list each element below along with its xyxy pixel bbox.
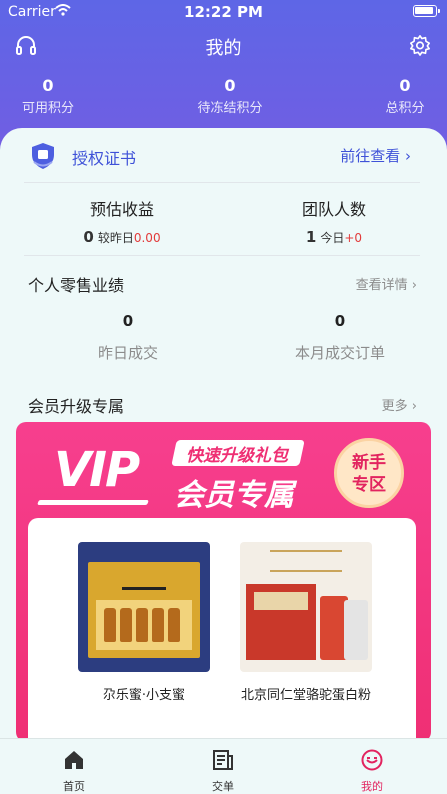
retail-detail-link[interactable]: 查看详情 › [356,274,417,293]
estimated-earnings: 预估收益 0 较昨日0.00 [83,200,161,246]
tab-orders[interactable]: 交单 [193,749,253,794]
product-name: 北京同仁堂骆驼蛋白粉 [240,688,371,703]
points-frozen[interactable]: 0 待冻结积分 [170,76,290,116]
gear-icon[interactable] [409,34,431,56]
points-total[interactable]: 0 总积分 [345,76,447,116]
yesterday-deals: 0 昨日成交 [97,312,158,362]
product-name: 尕乐蜜·小支蜜 [102,688,186,703]
tab-home[interactable]: 首页 [44,749,104,794]
vip-banner[interactable]: VIP 快速升级礼包 会员专属 新手 专区 尕乐蜜·小支蜜 北京同仁堂骆驼蛋白粉 [16,422,431,742]
divider [24,255,420,256]
status-time: 12:22 PM [184,3,263,21]
vip-underline [37,500,149,505]
battery-icon [413,5,440,17]
vip-logo: VIP [54,442,140,498]
tab-bar: 首页 交单 我的 [0,738,447,794]
newbie-badge[interactable]: 新手 专区 [334,438,404,508]
product-card[interactable]: 尕乐蜜·小支蜜 [78,542,210,703]
smiley-icon [361,749,383,771]
tab-mine[interactable]: 我的 [342,749,402,794]
product-image [78,542,210,672]
points-available[interactable]: 0 可用积分 [0,76,108,116]
certificate-title: 授权证书 [72,149,137,168]
product-image [240,542,372,672]
tag-text: 快速升级礼包 [186,446,288,466]
product-card[interactable]: 北京同仁堂骆驼蛋白粉 [240,542,372,703]
team-size: 团队人数 1 今日+0 [301,200,366,246]
page-title: 我的 [205,38,242,59]
document-icon [213,750,233,770]
membership-title: 会员升级专属 [28,397,125,416]
month-orders: 0 本月成交订单 [294,312,385,362]
membership-more-link[interactable]: 更多 › [382,395,417,414]
banner-headline: 会员专属 [174,478,294,513]
nav-bar: 我的 [0,28,447,64]
divider [24,182,420,183]
retail-title: 个人零售业绩 [28,276,125,295]
product-list: 尕乐蜜·小支蜜 北京同仁堂骆驼蛋白粉 [28,518,416,742]
certificate-row[interactable]: 授权证书 前往查看 › [12,138,419,180]
points-summary: 0 可用积分 0 待冻结积分 0 总积分 [0,76,447,116]
shield-icon [32,143,54,169]
certificate-link[interactable]: 前往查看 › [340,145,411,166]
home-icon [65,751,83,769]
status-bar: Carrier 12:22 PM [0,0,447,24]
